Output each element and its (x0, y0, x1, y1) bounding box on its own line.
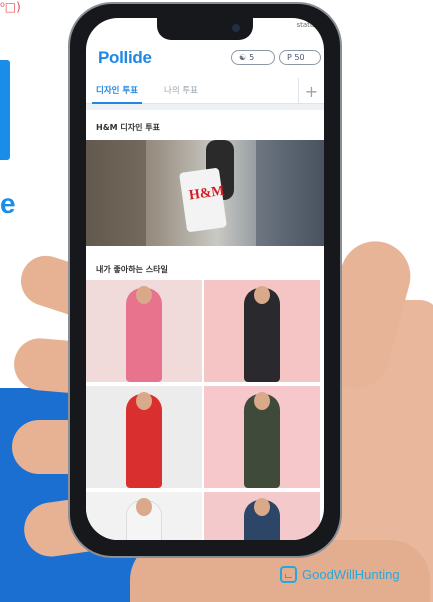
style-tile[interactable] (86, 280, 202, 382)
style-tile[interactable] (204, 492, 320, 540)
status-text: status (296, 21, 318, 29)
camera-icon (232, 24, 240, 32)
tab-bar: 디자인 투표 나의 투표 (86, 76, 324, 104)
vote-count-pill[interactable]: ☯ 5 (231, 50, 275, 65)
vote-hero-image[interactable]: H&M (86, 140, 324, 246)
model-head (136, 286, 152, 304)
gwh-logo-icon (280, 566, 297, 583)
handshake-icon: ☯ (239, 53, 247, 62)
watermark-text: GoodWillHunting (302, 567, 400, 582)
style-tile[interactable] (86, 386, 202, 488)
points-value: P 50 (287, 53, 305, 62)
model-head (254, 392, 270, 410)
app-header: Pollide ☯ 5 P 50 (86, 40, 324, 74)
street-building (86, 140, 146, 246)
phone-screen: status Pollide ☯ 5 P 50 디자인 투표 나의 투표 + H… (86, 18, 324, 540)
street-building (256, 140, 324, 246)
model-head (254, 286, 270, 304)
section-divider (86, 104, 324, 110)
left-partial-letter: e (0, 188, 16, 219)
watermark: GoodWillHunting (280, 566, 400, 583)
style-tile[interactable] (86, 492, 202, 540)
left-blue-shape (0, 60, 10, 160)
model-head (254, 498, 270, 516)
vote-count-value: 5 (249, 53, 255, 62)
style-tile[interactable] (204, 386, 320, 488)
model-head (136, 498, 152, 516)
tab-my-vote[interactable]: 나의 투표 (164, 84, 198, 96)
app-logo: Pollide (98, 48, 152, 67)
tab-design-vote[interactable]: 디자인 투표 (91, 84, 143, 104)
model-head (136, 392, 152, 410)
plus-icon: + (304, 81, 319, 101)
style-section-title: 내가 좋아하는 스타일 (96, 265, 168, 274)
vote-section-title: H&M 디자인 투표 (96, 123, 161, 132)
add-tab-button[interactable]: + (298, 78, 324, 104)
style-tile[interactable] (204, 280, 320, 382)
points-pill[interactable]: P 50 (279, 50, 321, 65)
corner-text: ⁰□) (0, 0, 21, 14)
